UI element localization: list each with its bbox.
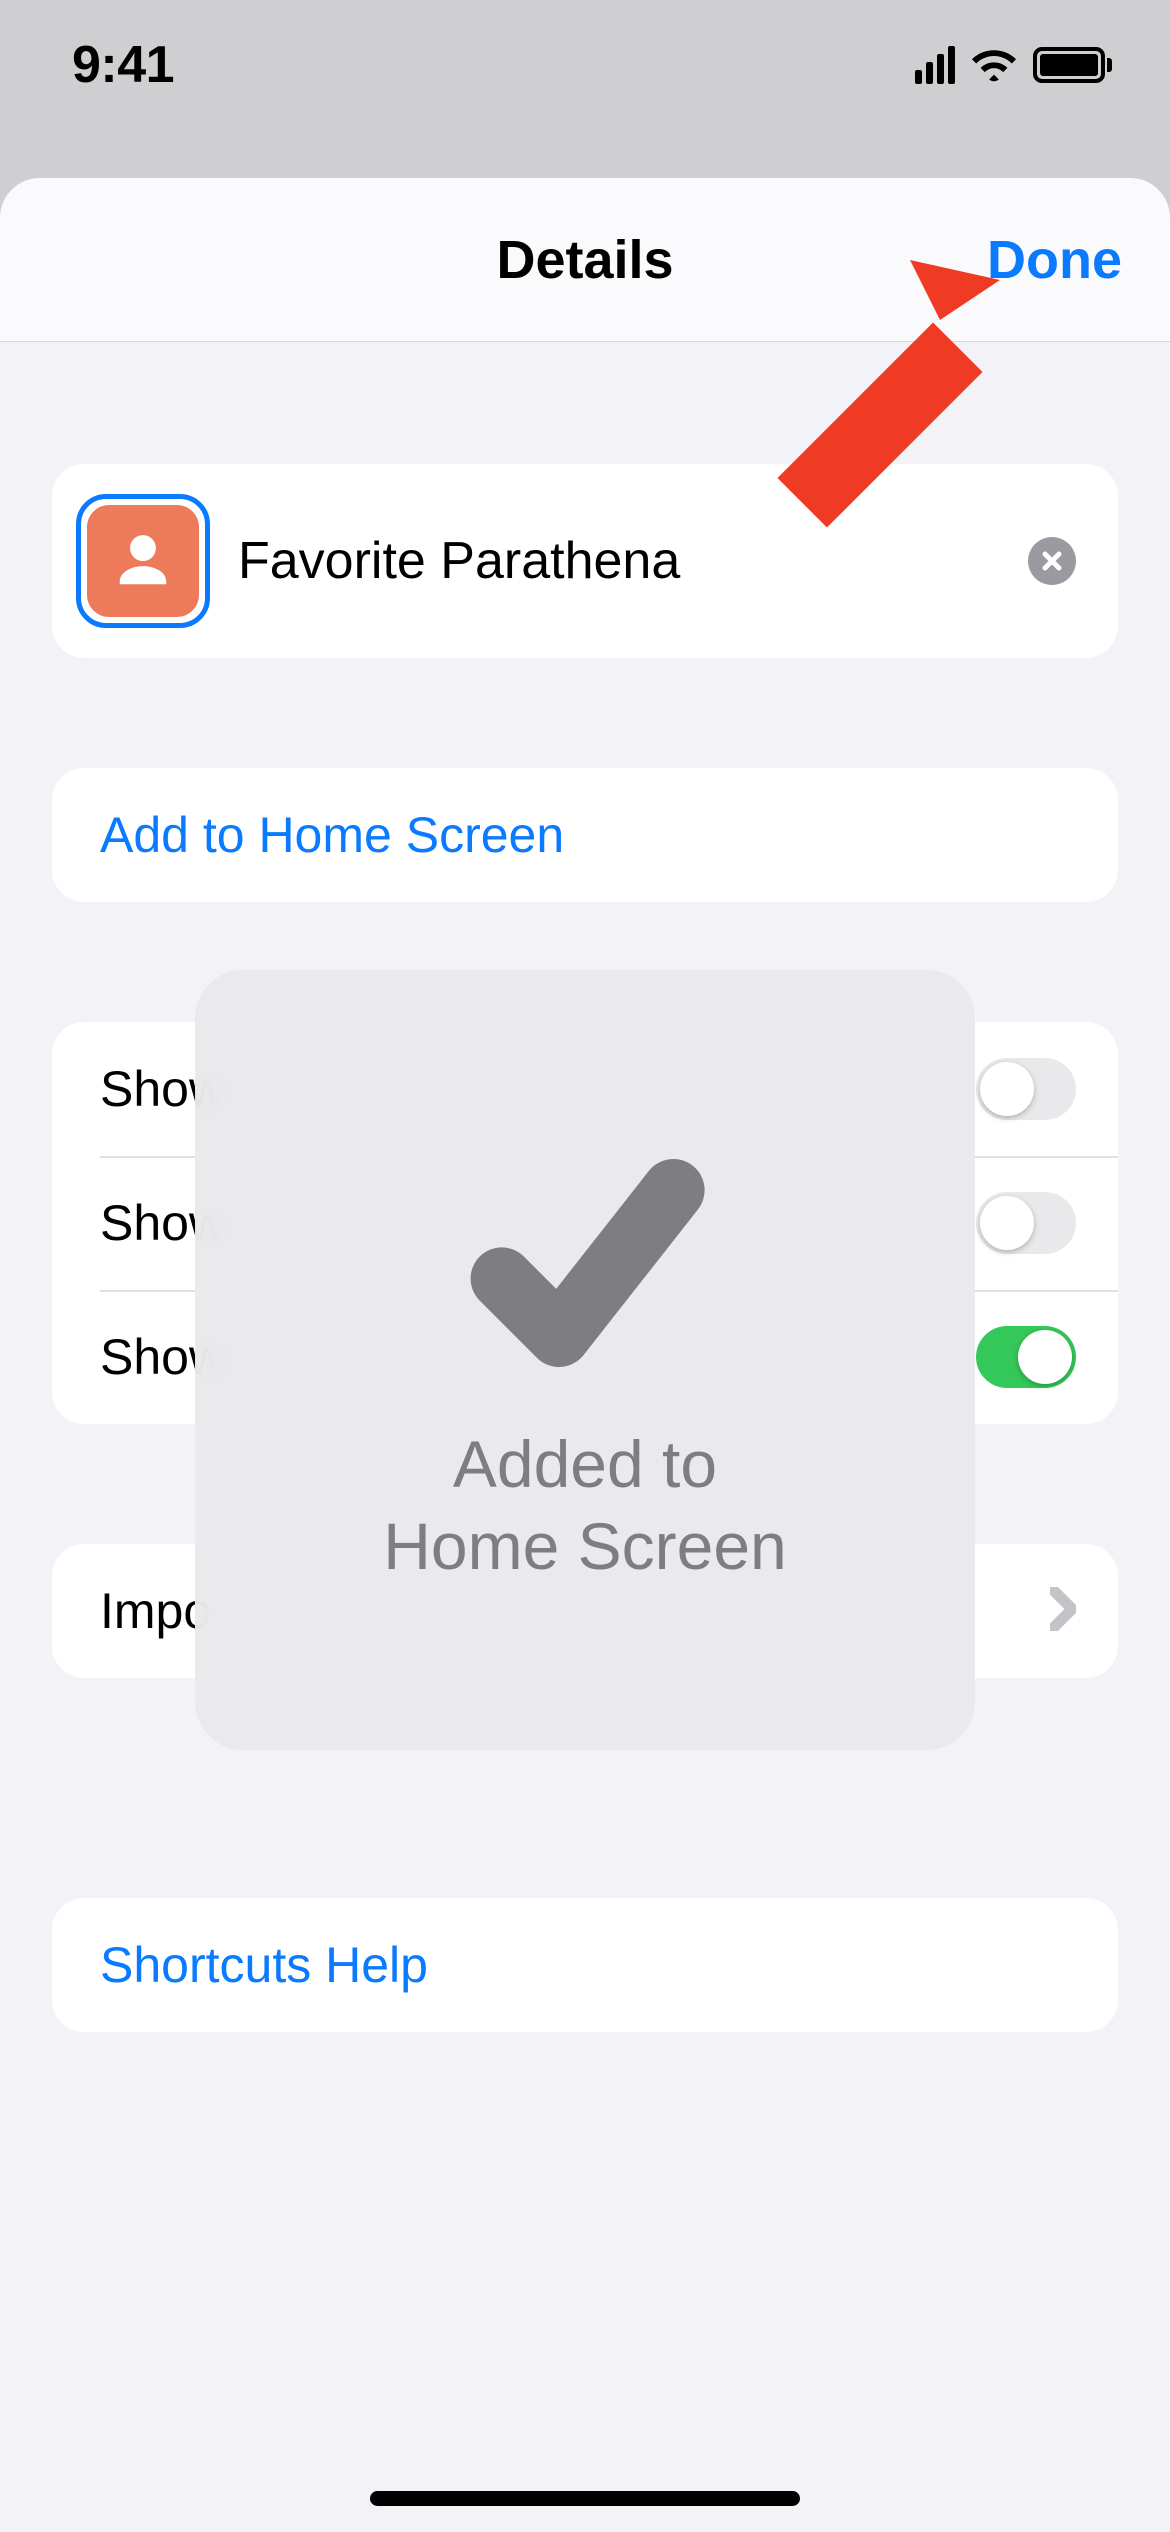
shortcuts-help-button[interactable]: Shortcuts Help xyxy=(52,1898,1118,2032)
help-group: Shortcuts Help xyxy=(52,1898,1118,2032)
toggle-switch-2[interactable] xyxy=(976,1192,1076,1254)
chevron-right-icon xyxy=(1050,1587,1076,1636)
shortcut-icon-button[interactable] xyxy=(76,494,210,628)
add-to-home-screen-button[interactable]: Add to Home Screen xyxy=(52,768,1118,902)
sheet-header: Details Done xyxy=(0,178,1170,342)
confirmation-hud: Added toHome Screen xyxy=(195,970,975,1750)
clear-name-button[interactable] xyxy=(1028,537,1076,585)
hud-message: Added toHome Screen xyxy=(383,1423,787,1588)
done-button[interactable]: Done xyxy=(987,229,1122,291)
status-icons xyxy=(915,46,1112,84)
home-screen-group: Add to Home Screen xyxy=(52,768,1118,902)
shortcut-name-input[interactable]: Favorite Parathena xyxy=(238,531,1000,591)
add-home-label: Add to Home Screen xyxy=(100,806,1076,864)
person-icon xyxy=(112,530,174,592)
toggle-switch-1[interactable] xyxy=(976,1058,1076,1120)
status-time: 9:41 xyxy=(72,35,174,95)
checkmark-icon xyxy=(455,1133,715,1393)
shortcut-name-row: Favorite Parathena xyxy=(52,464,1118,658)
close-icon xyxy=(1040,549,1064,573)
home-indicator[interactable] xyxy=(370,2491,800,2506)
status-bar: 9:41 xyxy=(0,0,1170,130)
page-title: Details xyxy=(496,229,673,291)
battery-icon xyxy=(1033,47,1112,83)
wifi-icon xyxy=(971,46,1017,84)
help-label: Shortcuts Help xyxy=(100,1936,1076,1994)
cellular-icon xyxy=(915,46,955,84)
toggle-switch-3[interactable] xyxy=(976,1326,1076,1388)
